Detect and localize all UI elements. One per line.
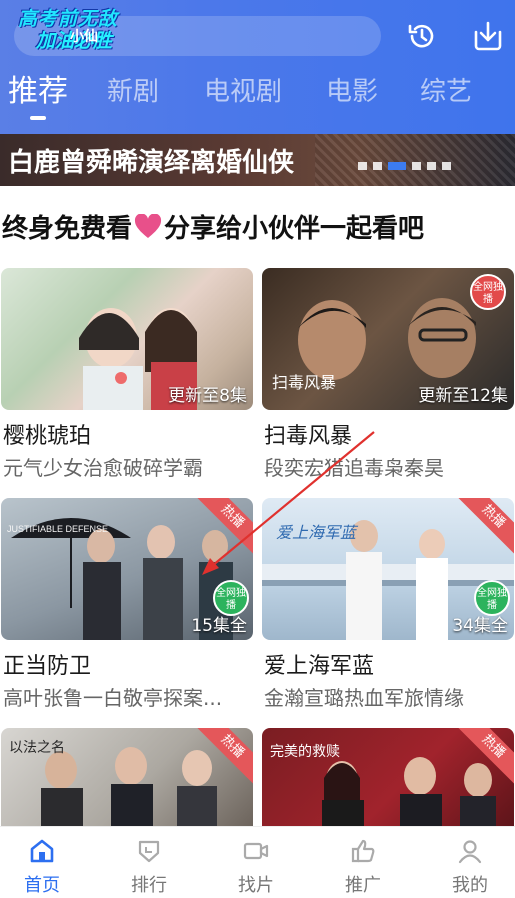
- nav-find-video[interactable]: 找片: [216, 837, 296, 897]
- exclusive-badge: 全网独播: [470, 274, 506, 310]
- svg-text:JUSTIFIABLE DEFENSE: JUSTIFIABLE DEFENSE: [7, 524, 108, 534]
- svg-text:完美的救赎: 完美的救赎: [270, 743, 340, 760]
- bottom-navigation: 首页 排行 找片 推广 我的: [0, 826, 515, 898]
- banner-dot[interactable]: [412, 162, 421, 170]
- nav-ranking-label: 排行: [131, 875, 167, 896]
- thumbs-up-icon: [351, 839, 375, 863]
- share-promo[interactable]: 终身免费看 分享给小伙伴一起看吧: [2, 208, 424, 245]
- svg-text:爱上海军蓝: 爱上海军蓝: [276, 524, 359, 542]
- tab-variety[interactable]: 综艺: [420, 72, 472, 112]
- video-search-icon: [243, 842, 269, 860]
- drama-subtitle: 金瀚宣璐热血军旅情缘: [264, 686, 464, 710]
- nav-home-label: 首页: [24, 875, 60, 896]
- drama-title[interactable]: 樱桃琥珀: [3, 418, 91, 450]
- nav-profile-label: 我的: [452, 875, 488, 896]
- drama-card[interactable]: 更新至8集 樱桃琥珀 元气少女治愈破碎学霸: [1, 268, 253, 480]
- promo-text-after: 分享给小伙伴一起看吧: [164, 214, 425, 244]
- episode-badge: 34集全: [452, 616, 508, 636]
- active-tab-indicator: [30, 116, 46, 120]
- banner-pagination: [358, 162, 451, 170]
- svg-text:扫毒风暴: 扫毒风暴: [272, 374, 336, 392]
- profile-icon: [458, 840, 482, 864]
- banner-dot[interactable]: [442, 162, 451, 170]
- app-header: 高考前无敌 加油必胜 小仙 推荐 新剧 电视剧 电影 综艺: [0, 0, 515, 134]
- banner-dot[interactable]: [427, 162, 436, 170]
- episode-badge: 更新至8集: [168, 386, 247, 406]
- drama-poster[interactable]: 更新至8集: [1, 268, 253, 410]
- nav-find-video-label: 找片: [238, 875, 274, 896]
- tab-movies[interactable]: 电影: [326, 72, 378, 112]
- banner-dot[interactable]: [358, 162, 367, 170]
- drama-title[interactable]: 正当防卫: [3, 648, 91, 680]
- promo-text-before: 终身免费看: [2, 214, 133, 244]
- nav-promotion-label: 推广: [345, 875, 381, 896]
- drama-poster[interactable]: 爱上海军蓝 热播 全网独播 34集全: [262, 498, 514, 640]
- drama-subtitle: 段奕宏猎追毒枭秦昊: [264, 456, 444, 480]
- heart-icon: [135, 213, 162, 238]
- home-icon: [30, 839, 54, 863]
- episode-badge: 15集全: [191, 616, 247, 636]
- history-icon[interactable]: [404, 18, 440, 54]
- tab-recommend[interactable]: 推荐: [8, 72, 68, 112]
- svg-text:以法之名: 以法之名: [9, 740, 65, 756]
- drama-poster[interactable]: 扫毒风暴 全网独播 更新至12集: [262, 268, 514, 410]
- drama-subtitle: 元气少女治愈破碎学霸: [3, 456, 203, 480]
- nav-profile[interactable]: 我的: [430, 837, 510, 897]
- drama-card[interactable]: JUSTIFIABLE DEFENSE 热播 全网独播 15集全 正当防卫 高叶…: [1, 498, 253, 710]
- logo-mid-text: 小仙: [70, 29, 98, 45]
- app-logo: 高考前无敌 加油必胜 小仙: [18, 8, 148, 62]
- tab-new-drama[interactable]: 新剧: [107, 72, 159, 112]
- download-icon[interactable]: [470, 18, 506, 54]
- banner-title: 白鹿曾舜晞演绎离婚仙侠: [8, 148, 295, 178]
- nav-home[interactable]: 首页: [2, 837, 82, 897]
- drama-subtitle: 高叶张鲁一白敬亭探案...: [3, 686, 223, 710]
- nav-promotion[interactable]: 推广: [323, 837, 403, 897]
- hero-banner[interactable]: 白鹿曾舜晞演绎离婚仙侠: [0, 134, 515, 186]
- drama-title[interactable]: 扫毒风暴: [264, 418, 352, 450]
- ranking-icon: [138, 840, 160, 863]
- banner-dot-active[interactable]: [388, 162, 406, 170]
- drama-card[interactable]: 爱上海军蓝 热播 全网独播 34集全 爱上海军蓝 金瀚宣璐热血军旅情缘: [262, 498, 514, 710]
- drama-card[interactable]: 扫毒风暴 全网独播 更新至12集 扫毒风暴 段奕宏猎追毒枭秦昊: [262, 268, 514, 480]
- banner-dot[interactable]: [373, 162, 382, 170]
- episode-badge: 更新至12集: [418, 386, 508, 406]
- drama-poster[interactable]: JUSTIFIABLE DEFENSE 热播 全网独播 15集全: [1, 498, 253, 640]
- nav-ranking[interactable]: 排行: [109, 837, 189, 897]
- tab-tv-series[interactable]: 电视剧: [204, 72, 282, 112]
- drama-title[interactable]: 爱上海军蓝: [264, 648, 374, 680]
- category-tabs: 推荐 新剧 电视剧 电影 综艺: [0, 72, 515, 120]
